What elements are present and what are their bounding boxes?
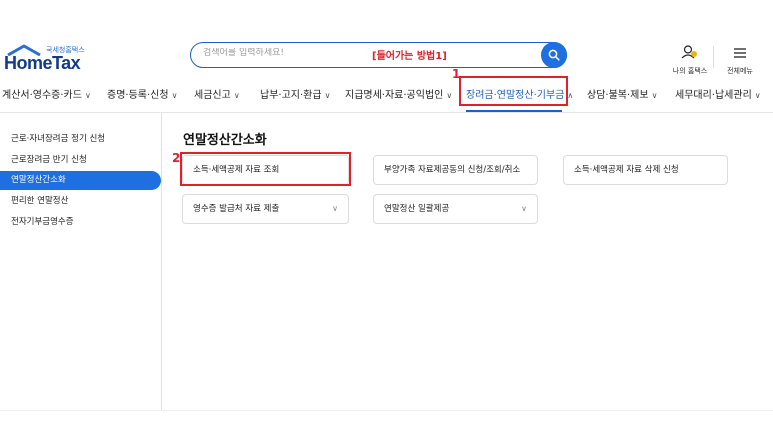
all-menu-label: 전체메뉴 — [727, 67, 753, 75]
hometax-logo[interactable]: 국세청홈택스 HomeTax — [4, 42, 114, 76]
sidebar-item-simplified-settlement[interactable]: 연말정산간소화 — [0, 171, 161, 190]
search-input[interactable] — [203, 48, 383, 58]
sidebar-item-regular-application[interactable]: 근로·자녀장려금 정기 신청 — [0, 130, 161, 149]
chevron-down-icon: ∨ — [171, 91, 178, 100]
card-label: 소득·세액공제 자료 삭제 신청 — [574, 165, 679, 175]
gnb-item-tax-agent[interactable]: 세무대리·납세관리 ∨ — [675, 86, 761, 101]
hamburger-menu-icon — [734, 48, 746, 58]
card-dependent-consent[interactable]: 부양가족 자료제공동의 신청/조회/취소 — [373, 155, 538, 185]
gnb-item-consultation[interactable]: 상담·불복·제보 ∨ — [587, 86, 657, 101]
sidebar-item-half-year-application[interactable]: 근로장려금 반기 신청 — [0, 151, 161, 170]
annotation-highlight-box-2 — [180, 152, 351, 186]
chevron-down-icon: ∨ — [84, 91, 91, 100]
sidebar-item-convenient-settlement[interactable]: 편리한 연말정산 — [0, 192, 161, 211]
card-data-deletion-request[interactable]: 소득·세액공제 자료 삭제 신청 — [563, 155, 728, 185]
chevron-down-icon: ∨ — [233, 91, 240, 100]
page-title: 연말정산간소화 — [183, 133, 267, 148]
gnb-label: 세금신고 — [194, 90, 231, 101]
gnb-label: 증명·등록·신청 — [107, 90, 169, 101]
chevron-down-icon: ∨ — [754, 91, 761, 100]
gnb-item-tax-return[interactable]: 세금신고 ∨ — [194, 86, 240, 101]
card-label: 영수증 발급처 자료 제출 — [193, 204, 280, 214]
logo-text: HomeTax — [4, 53, 81, 73]
gnb-label: 지급명세·자료·공익법인 — [345, 90, 444, 101]
gnb-item-certificate[interactable]: 증명·등록·신청 ∨ — [107, 86, 177, 101]
chevron-down-icon: ∨ — [332, 204, 338, 213]
annotation-step-1: 1 — [452, 67, 461, 81]
sidebar-item-donation-receipt[interactable]: 전자기부금영수증 — [0, 213, 161, 232]
chevron-down-icon: ∨ — [446, 91, 453, 100]
all-menu-button[interactable]: 전체메뉴 — [718, 44, 762, 76]
chevron-up-icon: ∧ — [567, 91, 574, 100]
search-button[interactable] — [541, 42, 567, 68]
annotation-highlight-box-1 — [459, 76, 568, 106]
footer-divider — [0, 410, 773, 411]
gnb-label: 상담·불복·제보 — [587, 90, 649, 101]
gnb-label: 세무대리·납세관리 — [675, 90, 752, 101]
utility-divider — [713, 46, 714, 68]
sidebar: 근로·자녀장려금 정기 신청 근로장려금 반기 신청 연말정산간소화 편리한 연… — [0, 113, 162, 410]
chevron-down-icon: ∨ — [521, 204, 527, 213]
card-label: 연말정산 일괄제공 — [384, 204, 450, 214]
gnb-label: 계산서·영수증·카드 — [2, 90, 82, 101]
my-hometax-label: 나의 홈택스 — [672, 67, 708, 75]
my-hometax-button[interactable]: 나의 홈택스 — [668, 44, 712, 76]
gnb-item-invoice[interactable]: 계산서·영수증·카드 ∨ — [2, 86, 91, 101]
chevron-down-icon: ∨ — [651, 91, 658, 100]
user-icon — [681, 45, 697, 59]
chevron-down-icon: ∨ — [324, 91, 331, 100]
annotation-method-label: [들어가는 방법1] — [372, 51, 447, 62]
gnb-label: 납부·고지·환급 — [260, 90, 322, 101]
gnb-item-payment[interactable]: 납부·고지·환급 ∨ — [260, 86, 330, 101]
card-bulk-provision[interactable]: 연말정산 일괄제공 ∨ — [373, 194, 538, 224]
search-icon — [548, 49, 560, 61]
main-navigation: 계산서·영수증·카드 ∨ 증명·등록·신청 ∨ 세금신고 ∨ 납부·고지·환급 ∨ 지급… — [0, 80, 773, 112]
card-receipt-issuer-submission[interactable]: 영수증 발급처 자료 제출 ∨ — [182, 194, 349, 224]
gnb-item-payment-statement[interactable]: 지급명세·자료·공익법인 ∨ — [345, 86, 452, 101]
card-label: 부양가족 자료제공동의 신청/조회/취소 — [384, 165, 521, 175]
